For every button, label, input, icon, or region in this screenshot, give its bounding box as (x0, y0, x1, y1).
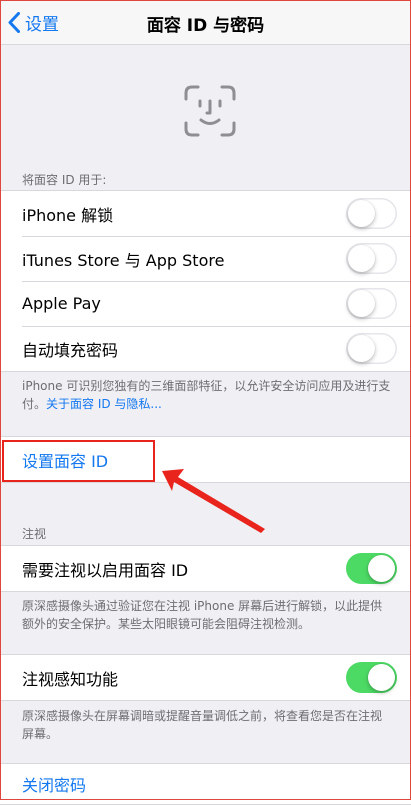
list-item-require-attention: 需要注视以启用面容 ID (0, 546, 411, 591)
toggle-knob (348, 290, 375, 317)
list-item-apple-pay: Apple Pay (0, 281, 411, 326)
face-id-icon (184, 85, 236, 137)
list-item-iphone-unlock: iPhone 解锁 (0, 191, 411, 236)
toggle-knob (368, 555, 395, 582)
list-item-autofill-passwords: 自动填充密码 (0, 326, 411, 371)
passcode-group: 关闭密码 (0, 763, 411, 805)
list-item-itunes-app-store: iTunes Store 与 App Store (0, 236, 411, 281)
turn-off-passcode-label: 关闭密码 (22, 776, 87, 795)
attention-aware-toggle[interactable] (346, 662, 397, 693)
use-face-id-group: iPhone 解锁 iTunes Store 与 App Store Apple… (0, 190, 411, 372)
require-attention-group: 需要注视以启用面容 ID (0, 545, 411, 592)
navigation-bar: 设置 面容 ID 与密码 (0, 0, 411, 45)
turn-off-passcode-button[interactable]: 关闭密码 (0, 764, 411, 804)
red-arrow-icon (162, 469, 265, 533)
row-label: 自动填充密码 (22, 340, 119, 360)
attention-aware-footer: 原深感摄像头在屏幕调暗或提醒音量调低之前，将查看您是否在注视屏幕。 (22, 709, 383, 741)
annotation-highlight-box (2, 440, 155, 482)
row-label: 注视感知功能 (22, 669, 119, 689)
row-label: Apple Pay (22, 294, 101, 313)
use-face-id-header: 将面容 ID 用于: (22, 173, 107, 187)
require-attention-toggle[interactable] (346, 553, 397, 584)
use-face-id-footer: iPhone 可识别您独有的三维面部特征，以允许安全访问应用及进行支付。关于面容… (22, 377, 392, 413)
toggle-knob (348, 245, 375, 272)
list-item-attention-aware: 注视感知功能 (0, 655, 411, 700)
row-label: iPhone 解锁 (22, 205, 114, 225)
row-label: iTunes Store 与 App Store (22, 250, 225, 270)
toggle-knob (348, 335, 375, 362)
attention-header: 注视 (22, 527, 47, 541)
page-title: 面容 ID 与密码 (146, 16, 265, 36)
toggle-knob (348, 200, 375, 227)
toggle-knob (368, 664, 395, 691)
privacy-link[interactable]: 关于面容 ID 与隐私... (46, 397, 162, 411)
require-attention-footer: 原深感摄像头通过验证您在注视 iPhone 屏幕后进行解锁，以此提供额外的安全保… (22, 599, 383, 631)
itunes-app-store-toggle[interactable] (346, 243, 397, 274)
apple-pay-toggle[interactable] (346, 288, 397, 319)
autofill-passwords-toggle[interactable] (346, 333, 397, 364)
face-id-header (0, 45, 411, 169)
row-label: 需要注视以启用面容 ID (22, 560, 189, 580)
attention-aware-group: 注视感知功能 (0, 654, 411, 701)
iphone-unlock-toggle[interactable] (346, 198, 397, 229)
